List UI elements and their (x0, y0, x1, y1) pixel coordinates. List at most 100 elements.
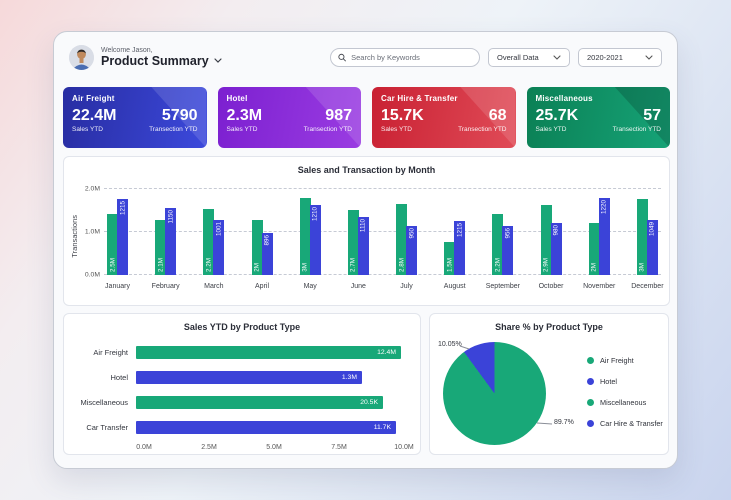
x-axis-ticks: 0.0M 2.5M 5.0M 7.5M 10.0M (136, 444, 414, 454)
category-label: Air Freight (93, 348, 128, 357)
transactions-bar-november[interactable]: 1220 (598, 198, 610, 275)
sales-ytd-value: 15.7K (381, 107, 424, 124)
chevron-down-icon (645, 54, 653, 60)
kpi-card-miscellaneous[interactable]: Miscellaneous 25.7K 57 Sales YTD Transecti… (526, 87, 670, 148)
pie-legend: Air Freight Hotel Miscellaneous Car Hire & … (587, 356, 663, 428)
pie-chart[interactable] (443, 342, 546, 445)
hbar-row-hotel: Hotel 1.3M (74, 365, 408, 390)
legend-item-air-freight[interactable]: Air Freight (587, 356, 663, 365)
bar-value-label: 2.7M (349, 258, 357, 272)
x-axis-label-february: February (151, 283, 180, 290)
transactions-bar-may[interactable]: 1210 (309, 205, 321, 275)
y-axis-label: Transactions (70, 215, 79, 258)
transactions-bar-september[interactable]: 956 (502, 226, 514, 275)
pie-label-hotel-share: 10.05% (438, 341, 462, 348)
x-axis-tick: 10.0M (394, 444, 414, 451)
kpi-card-car-hire[interactable]: Car Hire & Transfer 15.7K 68 Sales YTD Tra… (372, 87, 516, 148)
legend-dot (587, 357, 594, 364)
transactions-bar-july[interactable]: 950 (406, 226, 418, 275)
bar-value-label: 980 (552, 225, 560, 236)
legend-item-car-hire-and-transfer[interactable]: Car Hire & Transfer (587, 419, 663, 428)
transactions-bar-february[interactable]: 1150 (165, 208, 177, 275)
bar-value-label: 896 (263, 235, 271, 246)
x-axis-tick: 7.5M (331, 444, 347, 451)
bar-group-december: 3M 1049 December (631, 187, 664, 290)
hbar-air-freight[interactable]: 12.4M (136, 346, 401, 359)
search-icon (338, 53, 346, 61)
dashboard-panel: Welcome Jason, Product Summary Overall D… (53, 31, 678, 469)
legend-label: Miscellaneous (600, 398, 647, 407)
bar-value-label: 12.4M (377, 349, 396, 356)
kpi-card-row: Air Freight 22.4M 5790 Sales YTD Transecti… (63, 87, 670, 148)
chart-title: Sales and Transaction by Month (297, 165, 436, 175)
transactions-bar-march[interactable]: 1001 (213, 220, 225, 275)
bar-value-label: 20.5K (360, 399, 378, 406)
header-controls: Overall Data 2020-2021 (330, 47, 662, 67)
transactions-bar-december[interactable]: 1049 (646, 220, 658, 275)
x-axis-label-october: October (538, 283, 564, 290)
bar-value-label: 1.5M (446, 258, 454, 272)
transactions-bar-june[interactable]: 1110 (357, 217, 369, 275)
hbar-hotel[interactable]: 1.3M (136, 371, 362, 384)
hbar-row-air-freight: Air Freight 12.4M (74, 340, 408, 365)
legend-label: Hotel (600, 377, 618, 386)
bar-value-label: 2.2M (205, 258, 213, 272)
bar-group-october: 2.9M 980 October (539, 187, 564, 290)
bar-group-may: 3M 1210 May (299, 187, 322, 290)
search-box[interactable] (330, 47, 480, 67)
bar-group-april: 2M 896 April (251, 187, 274, 290)
chevron-down-icon (553, 54, 561, 60)
bar-track: 12.4M (136, 346, 408, 359)
bar-value-label: 2.8M (398, 258, 406, 272)
monthly-bars: 2.5M 1215 January 2.1M 1150 February 2.2M 1001 M… (105, 187, 664, 290)
transactions-bar-january[interactable]: 1215 (117, 199, 128, 275)
x-axis-tick: 5.0M (266, 444, 282, 451)
search-input[interactable] (351, 52, 472, 62)
welcome-text: Welcome Jason, (101, 46, 153, 54)
page-title[interactable]: Product Summary (101, 54, 222, 68)
legend-item-miscellaneous[interactable]: Miscellaneous (587, 398, 663, 407)
transaction-ytd-value: 57 (643, 107, 661, 124)
bar-track: 1.3M (136, 371, 408, 384)
legend-dot (587, 399, 594, 406)
monthly-plot-area: 2.0M 1.0M 0.0M 2.5M 1215 January 2.1M 1150 Fe… (85, 186, 664, 291)
bar-value-label: 2.1M (157, 258, 165, 272)
bar-value-label: 2.9M (542, 258, 550, 272)
bar-value-label: 11.7K (373, 424, 391, 431)
transaction-ytd-value: 5790 (161, 107, 198, 124)
hbar-row-car-transfer: Car Transfer 11.7K (74, 415, 408, 440)
category-label: Miscellaneous (80, 398, 128, 407)
bar-value-label: 1049 (648, 222, 656, 237)
category-label: Car Transfer (86, 423, 128, 432)
bar-value-label: 2.2M (494, 258, 502, 272)
transactions-bar-august[interactable]: 1215 (454, 221, 466, 275)
x-axis-label-june: June (350, 283, 366, 290)
legend-item-hotel[interactable]: Hotel (587, 377, 663, 386)
x-axis-label-march: March (204, 283, 224, 290)
legend-label: Air Freight (600, 356, 634, 365)
kpi-card-hotel[interactable]: Hotel 2.3M 987 Sales YTD Transection YTD (217, 87, 361, 148)
monthly-sales-chart-card: Sales and Transaction by Month Transacti… (63, 156, 670, 306)
transactions-bar-october[interactable]: 980 (550, 223, 562, 275)
legend-dot (587, 420, 594, 427)
bar-group-march: 2.2M 1001 March (202, 187, 225, 290)
kpi-card-air-freight[interactable]: Air Freight 22.4M 5790 Sales YTD Transecti… (63, 87, 207, 148)
hbar-miscellaneous[interactable]: 20.5K (136, 396, 383, 409)
transaction-ytd-value: 987 (325, 107, 352, 124)
legend-label: Car Hire & Transfer (600, 419, 663, 428)
bar-value-label: 1215 (456, 223, 464, 238)
chart-title: Share % by Product Type (495, 322, 603, 332)
avatar[interactable] (69, 44, 94, 70)
x-axis-label-november: November (583, 283, 616, 290)
sales-ytd-value: 2.3M (226, 107, 263, 124)
sales-ytd-value: 25.7K (535, 107, 579, 124)
year-range-dropdown[interactable]: 2020-2021 (578, 47, 662, 67)
transactions-bar-april[interactable]: 896 (261, 233, 273, 275)
hbar-car-transfer[interactable]: 11.7K (136, 421, 396, 434)
bar-group-august: 1.5M 1215 August (443, 187, 466, 290)
bar-value-label: 1110 (359, 219, 367, 233)
x-axis-label-january: January (105, 283, 130, 290)
bar-value-label: 1.3M (341, 374, 357, 381)
data-scope-dropdown[interactable]: Overall Data (488, 47, 570, 67)
chart-title: Sales YTD by Product Type (183, 322, 301, 332)
